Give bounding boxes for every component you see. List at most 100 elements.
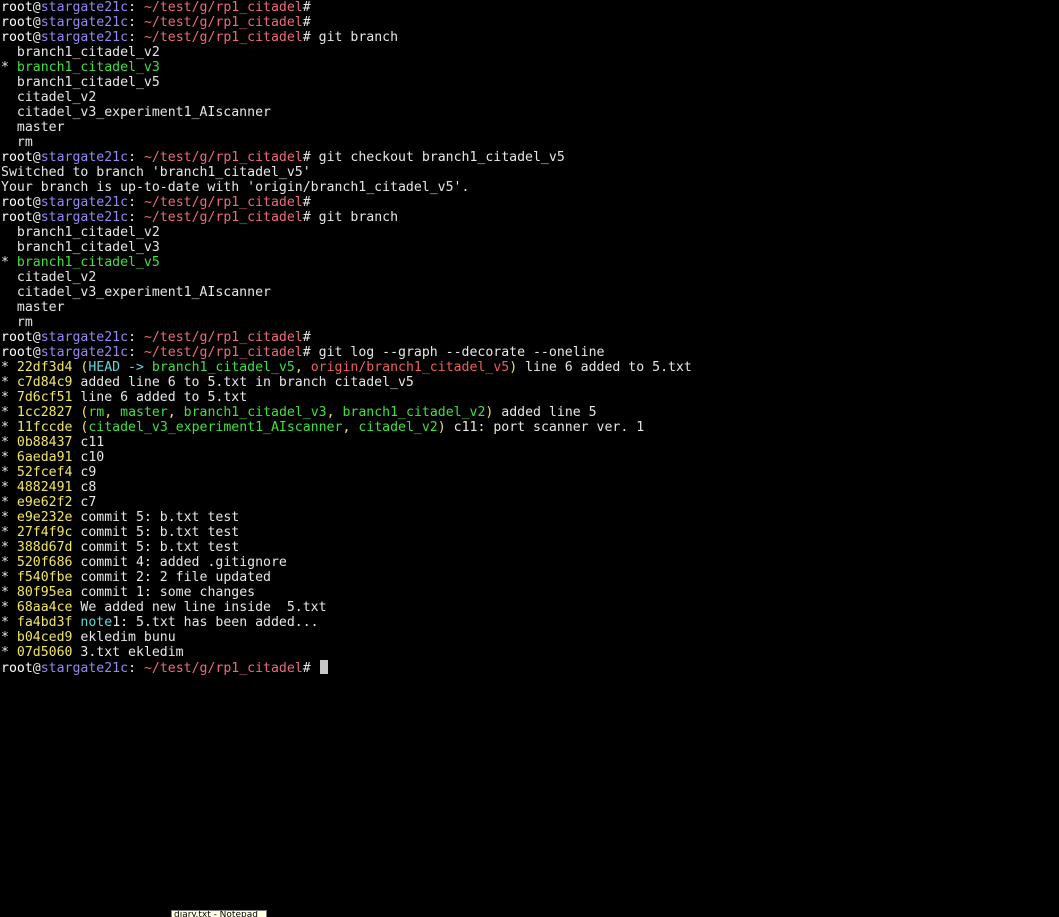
terminal-text-segment: # [302,0,311,15]
terminal-text-segment: @ [32,345,41,360]
terminal-text-segment: @ [32,661,41,676]
terminal-line: * fa4bd3f note1: 5.txt has been added... [1,615,1057,630]
terminal-line: citadel_v2 [1,90,1057,105]
terminal-line: * 4882491 c8 [1,480,1057,495]
terminal-text-segment: c11: port scanner ver. 1 [445,420,645,435]
terminal-text-segment: * [1,60,17,75]
terminal-line: master [1,300,1057,315]
terminal-text-segment: HEAD -> [88,360,152,375]
terminal-text-segment: root [1,210,33,225]
terminal-text-segment: , [167,405,184,420]
terminal-text-segment: # [302,195,311,210]
terminal-line: citadel_v2 [1,270,1057,285]
terminal-text-segment: ekledim bunu [72,630,176,645]
terminal-text-segment: line 6 added to 5.txt [517,360,692,375]
terminal-text-segment: : [128,195,144,210]
terminal-text-segment: stargate21c [40,15,129,30]
terminal-text-segment: : [128,30,144,45]
terminal-text-segment: ~/test/g/rp1_citadel [143,661,303,676]
terminal-text-segment: @ [32,150,41,165]
terminal-text-segment: 7d6cf51 [16,390,73,405]
terminal-line: citadel_v3_experiment1_AIscanner [1,105,1057,120]
terminal-line: root@stargate21c: ~/test/g/rp1_citadel# [1,0,1057,15]
terminal-line: master [1,120,1057,135]
terminal-line: Switched to branch 'branch1_citadel_v5' [1,165,1057,180]
terminal-text-segment: : [128,150,144,165]
terminal-text-segment: citadel_v2 [358,420,438,435]
terminal-text-segment: @ [32,30,41,45]
terminal-text-segment: We added new line inside 5.txt [72,600,327,615]
terminal-line: rm [1,315,1057,330]
terminal-text-segment: * [1,255,17,270]
terminal-line: * 388d67d commit 5: b.txt test [1,540,1057,555]
terminal-text-segment: stargate21c [40,345,129,360]
terminal-text-segment: 27f4f9c [16,525,73,540]
terminal-text-segment: c10 [72,450,105,465]
terminal-text-segment: : [128,330,144,345]
terminal-text-segment: * [1,525,17,540]
terminal-text-segment: ~/test/g/rp1_citadel [143,330,303,345]
terminal-line: * 80f95ea commit 1: some changes [1,585,1057,600]
terminal-text-segment: e9e232e [16,510,73,525]
terminal-text-segment: * [1,495,17,510]
terminal-text-segment: @ [32,330,41,345]
terminal-text-segment: added line 5 [493,405,597,420]
terminal-text-segment: @ [32,0,41,15]
taskbar-tooltip: diary.txt - Notepad [171,910,267,917]
terminal-text-segment: stargate21c [40,210,129,225]
terminal-text-segment: f540fbe [16,570,73,585]
terminal-line: * b04ced9 ekledim bunu [1,630,1057,645]
terminal-line: * branch1_citadel_v5 [1,255,1057,270]
terminal-text-segment: b04ced9 [16,630,73,645]
terminal-line: * 27f4f9c commit 5: b.txt test [1,525,1057,540]
terminal-text-segment: branch1_citadel_v2 [342,405,486,420]
terminal-text-segment: * [1,480,17,495]
terminal-window[interactable]: root@stargate21c: ~/test/g/rp1_citadel# r… [1,0,1057,900]
terminal-text-segment: commit 5: b.txt test [72,525,240,540]
terminal-text-segment: * [1,570,17,585]
terminal-text-segment: c11 [72,435,105,450]
terminal-text-segment: * [1,585,17,600]
terminal-text-segment: c7d84c9 [16,375,73,390]
terminal-text-segment: 80f95ea [16,585,73,600]
terminal-text-segment: # git log --graph --decorate --oneline [302,345,605,360]
terminal-text-segment: # [302,15,311,30]
terminal-text-segment: ~/test/g/rp1_citadel [143,210,303,225]
terminal-line: root@stargate21c: ~/test/g/rp1_citadel# … [1,345,1057,360]
terminal-text-segment: root [1,30,33,45]
terminal-text-segment: # git branch [302,30,399,45]
terminal-text-segment: # [302,330,311,345]
terminal-text-segment: 1: 5.txt has been added... [112,615,319,630]
terminal-text-segment: * [1,390,17,405]
terminal-text-segment: master [1,300,65,315]
terminal-text-segment: 3.txt ekledim [72,645,184,660]
terminal-text-segment: * [1,645,17,660]
terminal-text-segment: stargate21c [40,195,129,210]
terminal-text-segment: * [1,405,17,420]
terminal-line: * e9e232e commit 5: b.txt test [1,510,1057,525]
terminal-line: * 7d6cf51 line 6 added to 5.txt [1,390,1057,405]
terminal-text-segment: rm [1,135,33,150]
terminal-text-segment: citadel_v3_experiment1_AIscanner [1,105,271,120]
text-cursor [319,660,328,674]
terminal-text-segment: root [1,661,33,676]
terminal-text-segment: root [1,15,33,30]
terminal-text-segment: 0b88437 [16,435,73,450]
terminal-text-segment: stargate21c [40,150,129,165]
terminal-text-segment: Switched to branch 'branch1_citadel_v5' [1,165,311,180]
terminal-line: * f540fbe commit 2: 2 file updated [1,570,1057,585]
terminal-line: branch1_citadel_v2 [1,45,1057,60]
terminal-text-segment: , [294,360,311,375]
terminal-line: Your branch is up-to-date with 'origin/b… [1,180,1057,195]
terminal-text-segment: @ [32,15,41,30]
terminal-text-segment: citadel_v3_experiment1_AIscanner [88,420,343,435]
terminal-line: * 11fccde (citadel_v3_experiment1_AIscan… [1,420,1057,435]
terminal-text-segment: : [128,661,144,676]
terminal-text-segment: root [1,150,33,165]
terminal-text-segment: : [128,345,144,360]
terminal-text-segment: 11fccde [16,420,73,435]
terminal-text-segment: ~/test/g/rp1_citadel [143,0,303,15]
terminal-text-segment: commit 1: some changes [72,585,256,600]
terminal-text-segment: stargate21c [40,0,129,15]
terminal-text-segment: ( [72,420,89,435]
